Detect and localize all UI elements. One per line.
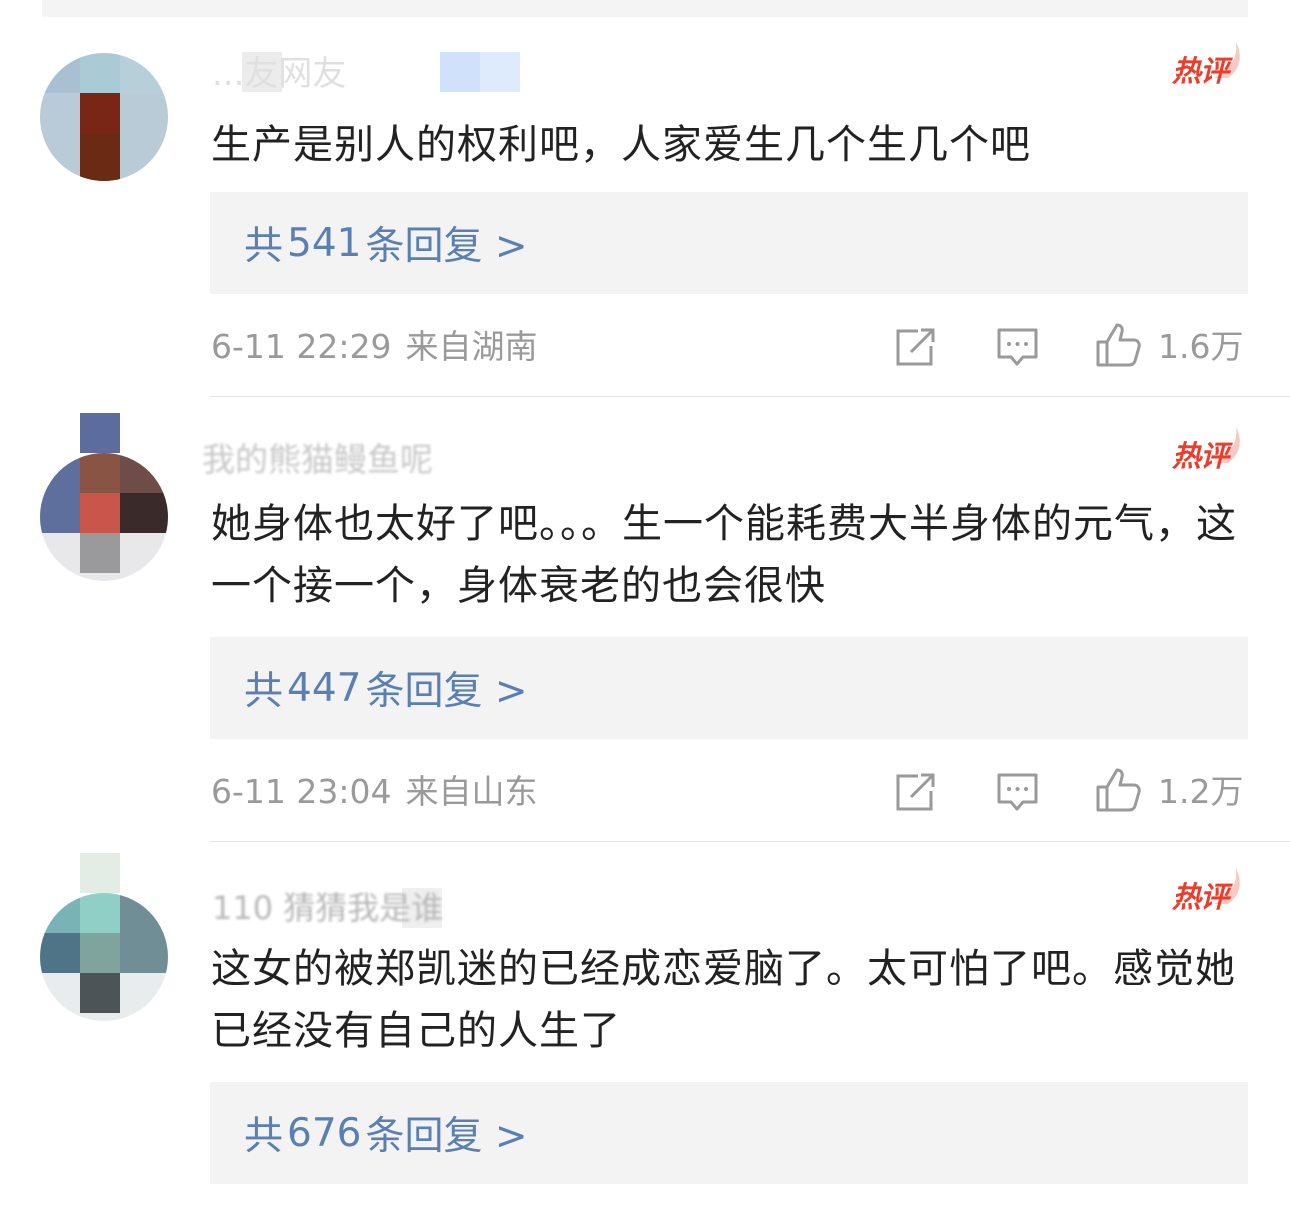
timestamp: 6-11 23:04 bbox=[211, 772, 392, 811]
username-text: ...友网友 bbox=[212, 54, 347, 94]
like-icon[interactable] bbox=[1094, 765, 1144, 815]
reply-count: 676 bbox=[287, 1110, 362, 1156]
reply-suffix: 条回复 > bbox=[365, 224, 528, 269]
like-icon[interactable] bbox=[1094, 320, 1144, 370]
reply-count-link[interactable]: 共 447 条回复 > bbox=[210, 637, 1248, 739]
reply-prefix: 共 bbox=[244, 1114, 284, 1159]
username[interactable]: 110 猜猜我是谁 bbox=[212, 888, 532, 928]
hot-label: 热评 bbox=[1172, 880, 1229, 914]
avatar[interactable] bbox=[40, 413, 168, 581]
hot-label: 热评 bbox=[1172, 54, 1229, 88]
avatar[interactable] bbox=[40, 853, 168, 1021]
hot-badge: 热评 bbox=[1172, 866, 1252, 922]
reply-suffix: 条回复 > bbox=[365, 1114, 528, 1159]
reply-prefix: 共 bbox=[244, 224, 284, 269]
avatar[interactable] bbox=[40, 53, 168, 213]
divider bbox=[210, 841, 1290, 842]
hot-badge: 热评 bbox=[1172, 40, 1252, 96]
comment-text: 她身体也太好了吧。。。生一个能耗费大半身体的元气，这一个接一个，身体衰老的也会很… bbox=[211, 501, 1237, 609]
location: 来自湖南 bbox=[405, 327, 538, 366]
comment-icon[interactable] bbox=[996, 771, 1040, 815]
timestamp: 6-11 22:29 bbox=[211, 327, 392, 366]
username[interactable]: ...友网友 bbox=[212, 52, 522, 94]
hot-badge: 热评 bbox=[1172, 425, 1252, 481]
reply-suffix: 条回复 > bbox=[365, 669, 528, 714]
comment-text: 这女的被郑凯迷的已经成恋爱脑了。太可怕了吧。感觉她已经没有自己的人生了 bbox=[211, 946, 1236, 1054]
comment-icon[interactable] bbox=[996, 326, 1040, 370]
comment-meta: 6-11 22:29 来自湖南 bbox=[211, 327, 538, 367]
reply-prefix: 共 bbox=[244, 669, 284, 714]
divider bbox=[210, 396, 1290, 397]
comment-text: 生产是别人的权利吧，人家爱生几个生几个吧 bbox=[211, 122, 1031, 168]
like-count: 1.2万 bbox=[1158, 772, 1244, 811]
hot-label: 热评 bbox=[1172, 439, 1229, 473]
username-text: 我的熊猫鳗鱼呢 bbox=[202, 440, 433, 479]
repost-icon[interactable] bbox=[894, 326, 938, 368]
repost-icon[interactable] bbox=[894, 771, 938, 813]
reply-count-link[interactable]: 共 676 条回复 > bbox=[210, 1082, 1248, 1184]
location: 来自山东 bbox=[405, 772, 538, 811]
username[interactable]: 我的熊猫鳗鱼呢 bbox=[202, 440, 572, 480]
reply-count: 541 bbox=[287, 220, 362, 266]
reply-count: 447 bbox=[287, 665, 362, 711]
comment-meta: 6-11 23:04 来自山东 bbox=[211, 772, 538, 812]
previous-item-edge bbox=[42, 0, 1248, 17]
username-text: 110 猜猜我是谁 bbox=[212, 889, 444, 927]
reply-count-link[interactable]: 共 541 条回复 > bbox=[210, 192, 1248, 294]
like-count: 1.6万 bbox=[1158, 327, 1244, 366]
